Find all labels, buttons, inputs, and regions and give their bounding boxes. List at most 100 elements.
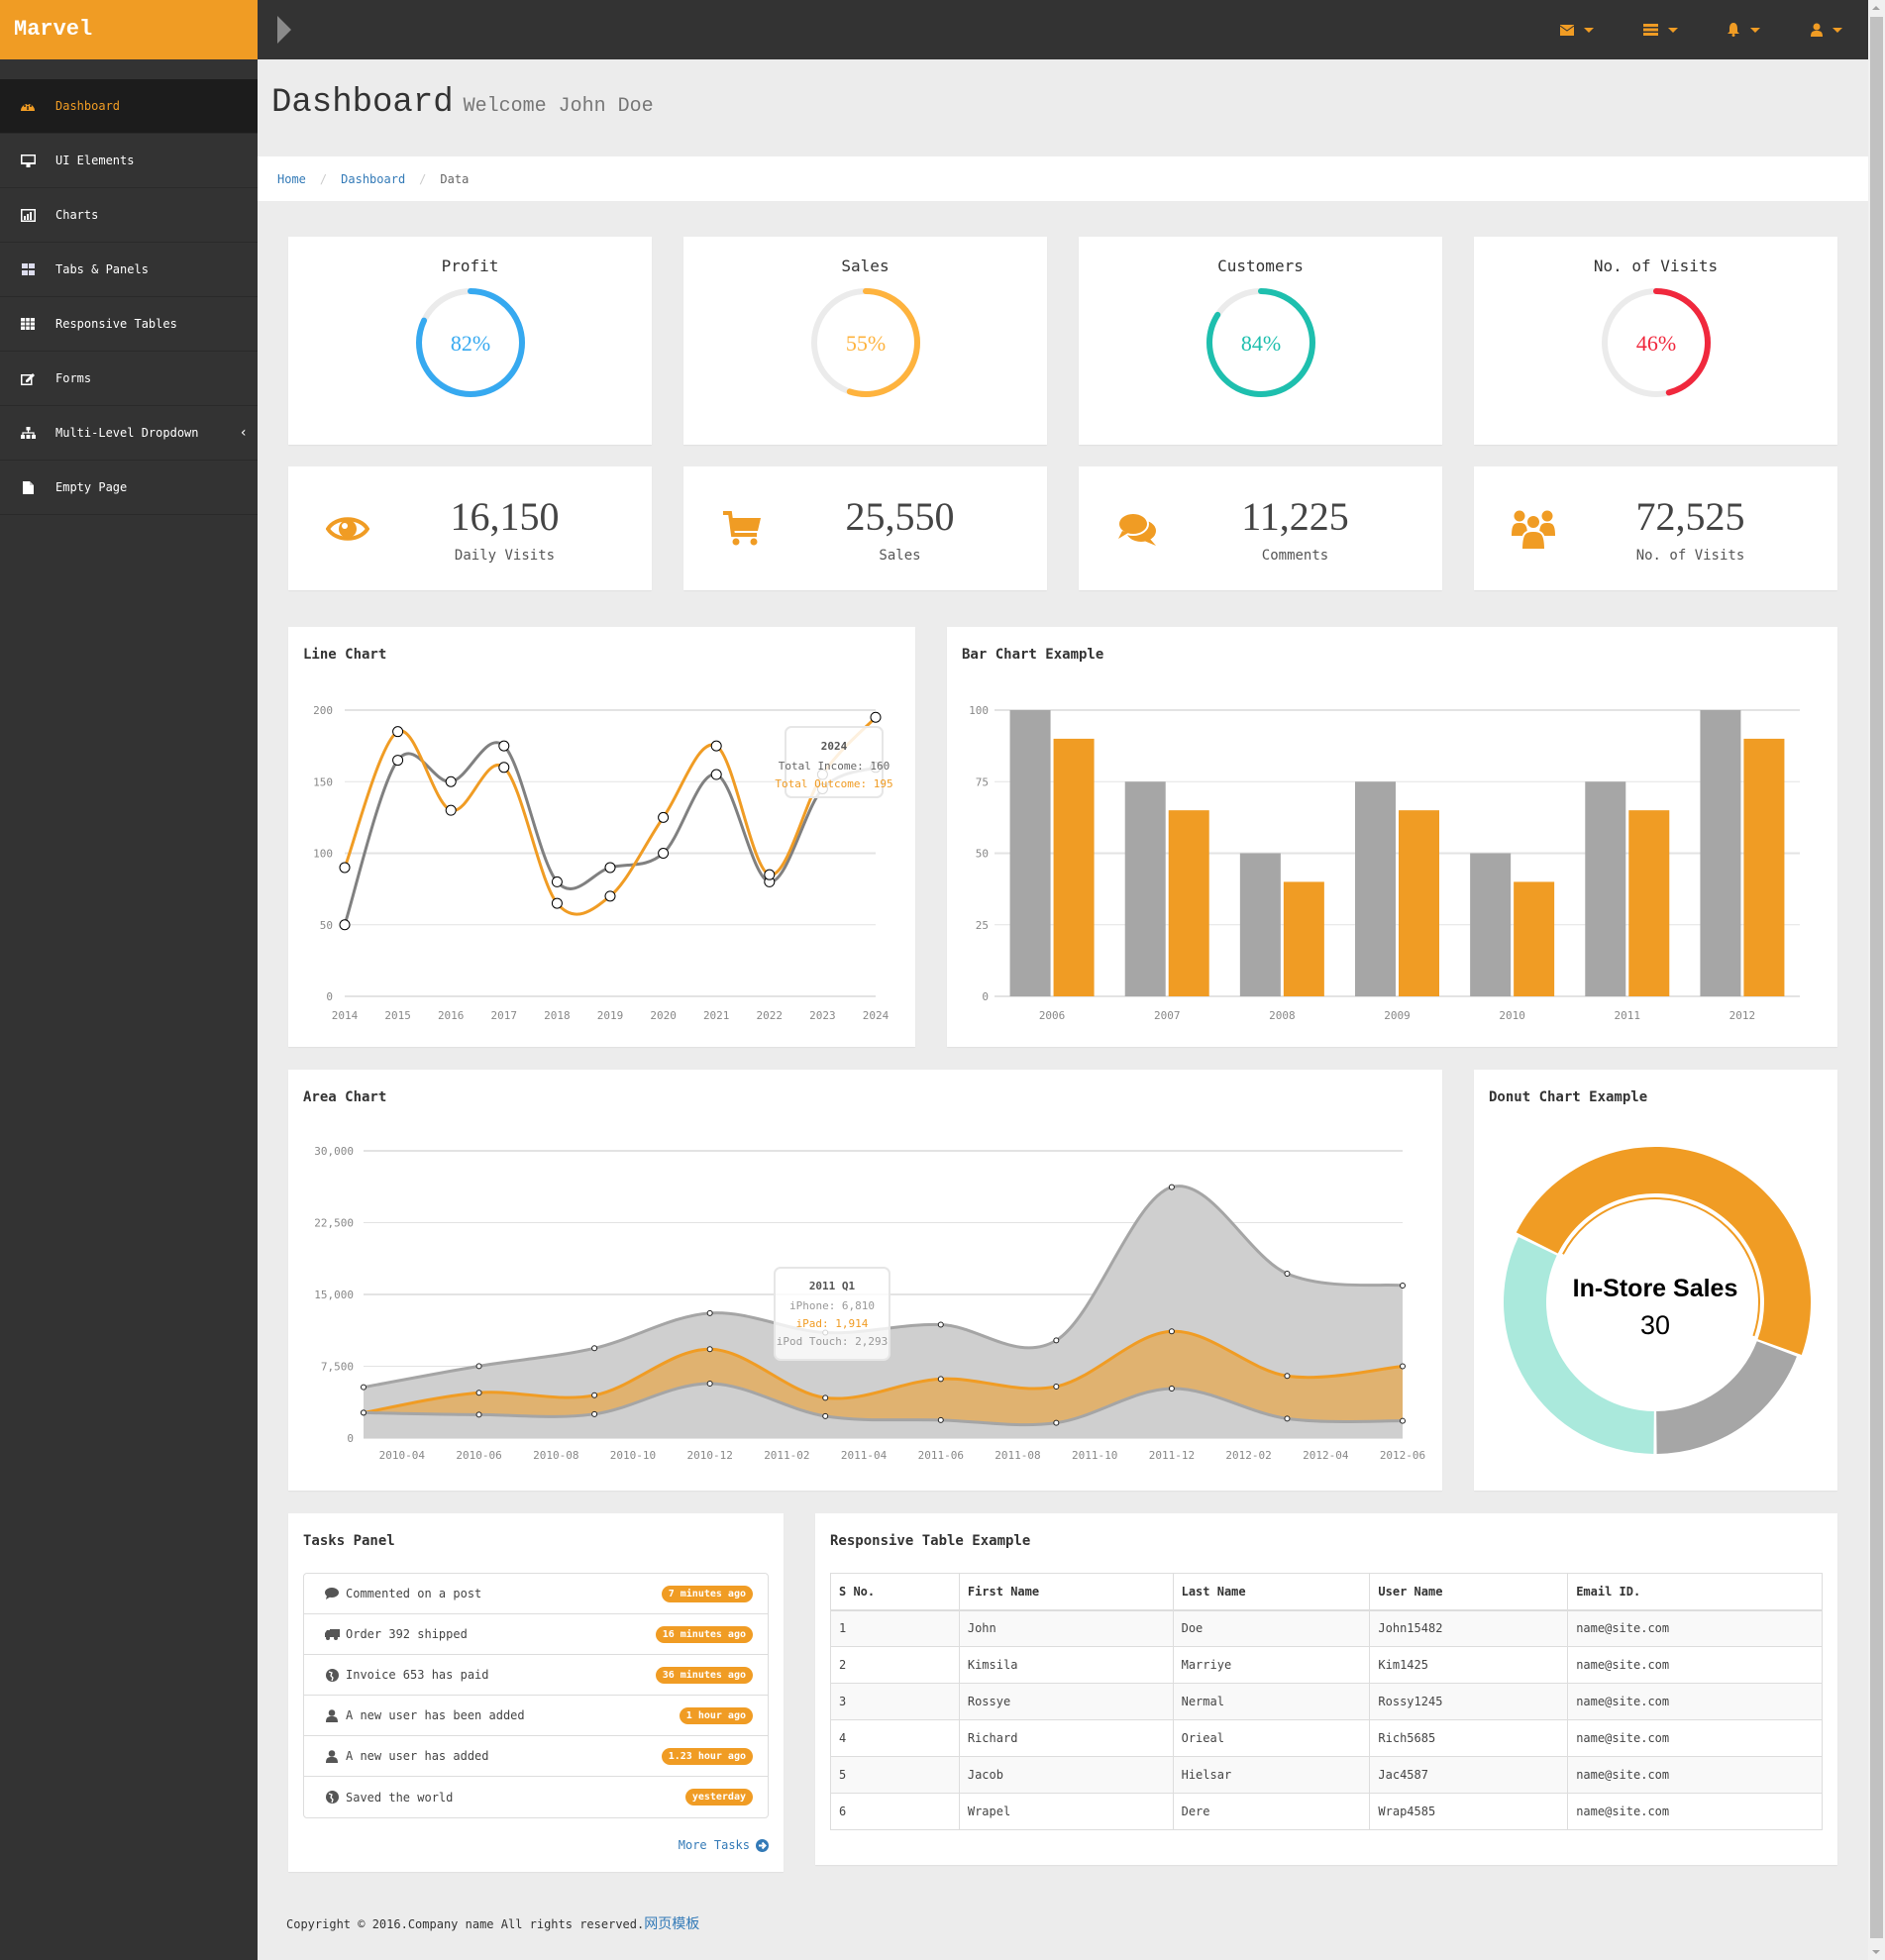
- alerts-dropdown[interactable]: [1702, 0, 1785, 59]
- y-tick-label: 15,000: [314, 1289, 354, 1301]
- x-tick-label: 2010-06: [456, 1449, 501, 1462]
- task-item[interactable]: Invoice 653 has paid 36 minutes ago: [304, 1655, 768, 1696]
- sidebar-item-label: Empty Page: [55, 480, 128, 494]
- sidebar-toggle-icon[interactable]: [277, 16, 291, 44]
- chart-tooltip: 2024 Total Income: 160 Total Outcome: 195: [775, 726, 893, 798]
- line-chart-panel: Line Chart 0 50 100 150 200 2014 2015 2016 2017 2…: [288, 627, 915, 1047]
- table-header-row: S No. First Name Last Name User Name Email I…: [830, 1573, 1823, 1611]
- x-tick-label: 2015: [384, 1009, 411, 1022]
- data-point: [551, 897, 563, 909]
- ring-percent: 46%: [1635, 331, 1675, 356]
- task-time-badge: 36 minutes ago: [655, 1666, 753, 1684]
- brand-logo[interactable]: Marvel: [0, 0, 258, 59]
- data-point: [1168, 1385, 1175, 1392]
- chart-tooltip: 2011 Q1 iPhone: 6,810 iPad: 1,914 iPod Touc…: [774, 1267, 890, 1361]
- data-point: [710, 740, 722, 752]
- column-header[interactable]: Email ID.: [1567, 1573, 1823, 1611]
- data-point: [339, 862, 351, 874]
- column-header[interactable]: Last Name: [1172, 1573, 1371, 1611]
- table-cell: Kimsila: [958, 1646, 1174, 1684]
- table-cell: Marriye: [1172, 1646, 1371, 1684]
- bar: [1470, 853, 1512, 996]
- data-point: [551, 876, 563, 887]
- bar-chart-panel: Bar Chart Example 0 25 50 75 100 2006 2007 2008…: [947, 627, 1837, 1047]
- data-point: [658, 811, 670, 823]
- page-scrollbar[interactable]: [1868, 0, 1885, 1960]
- tasks-dropdown[interactable]: [1619, 0, 1702, 59]
- footer-link[interactable]: 网页模板: [644, 1916, 699, 1932]
- donut-chart[interactable]: In-Store Sales 30: [1474, 1070, 1837, 1491]
- bar-chart[interactable]: 0 25 50 75 100 2006 2007 2008 2009 2010 2011 2012: [947, 627, 1837, 1047]
- desktop-icon: [20, 154, 36, 167]
- bar: [1628, 810, 1670, 996]
- sidebar-item-responsive-tables[interactable]: Responsive Tables: [0, 297, 258, 352]
- y-tick-label: 7,500: [321, 1361, 354, 1374]
- panels-icon: [21, 263, 35, 275]
- data-point: [475, 1390, 482, 1396]
- scroll-up-icon[interactable]: [1872, 6, 1880, 10]
- tooltip-title: 2024: [821, 740, 848, 753]
- task-item[interactable]: Commented on a post 7 minutes ago: [304, 1574, 768, 1614]
- x-tick-label: 2012-02: [1225, 1449, 1271, 1462]
- breadcrumb-home[interactable]: Home: [277, 172, 306, 186]
- y-tick-label: 100: [969, 704, 989, 717]
- data-point: [604, 890, 616, 902]
- y-tick-label: 25: [976, 919, 989, 932]
- column-header[interactable]: First Name: [958, 1573, 1174, 1611]
- bar: [1239, 853, 1281, 996]
- column-header[interactable]: S No.: [830, 1573, 960, 1611]
- messages-dropdown[interactable]: [1535, 0, 1619, 59]
- stat-card-comments: 11,225 Comments: [1079, 466, 1442, 590]
- sidebar-item-tabs-panels[interactable]: Tabs & Panels: [0, 243, 258, 297]
- tooltip-line: Total Outcome: 195: [775, 777, 892, 790]
- stat-card-daily-visits: 16,150 Daily Visits: [288, 466, 652, 590]
- task-item[interactable]: Saved the world yesterday: [304, 1777, 768, 1817]
- ring-card-visits: No. of Visits 46%: [1474, 237, 1837, 445]
- task-item[interactable]: A new user has added 1.23 hour ago: [304, 1736, 768, 1777]
- bar: [1700, 710, 1741, 996]
- sidebar-item-forms[interactable]: Forms: [0, 352, 258, 406]
- donut-center-label: In-Store Sales: [1573, 1275, 1738, 1302]
- x-tick-label: 2019: [597, 1009, 624, 1022]
- stat-value: 72,525: [1635, 494, 1745, 539]
- task-time-badge: 7 minutes ago: [661, 1585, 753, 1602]
- task-item[interactable]: Order 392 shipped 16 minutes ago: [304, 1614, 768, 1655]
- task-item[interactable]: A new user has been added 1 hour ago: [304, 1696, 768, 1736]
- x-tick-label: 2008: [1269, 1009, 1296, 1022]
- area-chart[interactable]: 0 7,500 15,000 22,500 30,000 2010-04 2010-06 20…: [288, 1070, 1442, 1491]
- line-chart[interactable]: 0 50 100 150 200 2014 2015 2016 2017 2018 2019 2020…: [288, 627, 915, 1047]
- task-text: Invoice 653 has paid: [346, 1668, 489, 1682]
- y-tick-label: 200: [313, 704, 333, 717]
- sidebar-item-empty-page[interactable]: Empty Page: [0, 461, 258, 515]
- sidebar-item-charts[interactable]: Charts: [0, 188, 258, 243]
- edit-icon: [21, 372, 35, 385]
- sidebar-item-dashboard[interactable]: Dashboard: [0, 79, 258, 134]
- task-text: A new user has added: [346, 1749, 489, 1763]
- scroll-down-icon[interactable]: [1872, 1950, 1880, 1954]
- stat-label: Sales: [879, 548, 921, 564]
- ring-label: Sales: [841, 257, 890, 275]
- page-subtitle: Welcome John Doe: [463, 95, 654, 118]
- sidebar-item-ui-elements[interactable]: UI Elements: [0, 134, 258, 188]
- sitemap-icon: [20, 427, 36, 439]
- x-tick-label: 2011-12: [1149, 1449, 1195, 1462]
- data-point: [706, 1346, 713, 1353]
- user-dropdown[interactable]: [1785, 0, 1868, 59]
- scrollbar-thumb[interactable]: [1870, 17, 1883, 1938]
- breadcrumb-dashboard[interactable]: Dashboard: [341, 172, 405, 186]
- data-point: [445, 804, 457, 816]
- table-cell: name@site.com: [1567, 1609, 1823, 1647]
- column-header[interactable]: User Name: [1369, 1573, 1569, 1611]
- data-point: [339, 919, 351, 931]
- more-tasks-link[interactable]: More Tasks: [679, 1838, 769, 1852]
- table-panel-title: Responsive Table Example: [830, 1533, 1031, 1549]
- x-tick-label: 2011-02: [764, 1449, 809, 1462]
- bar: [1355, 781, 1396, 996]
- sidebar-item-multi-level-dropdown[interactable]: Multi-Level Dropdown ‹: [0, 406, 258, 461]
- sidebar-item-label: UI Elements: [55, 154, 135, 167]
- user-icon: [322, 1749, 342, 1763]
- more-tasks-label: More Tasks: [678, 1838, 750, 1852]
- x-tick-label: 2010-10: [610, 1449, 656, 1462]
- bar: [1399, 810, 1439, 996]
- task-text: Commented on a post: [346, 1587, 482, 1600]
